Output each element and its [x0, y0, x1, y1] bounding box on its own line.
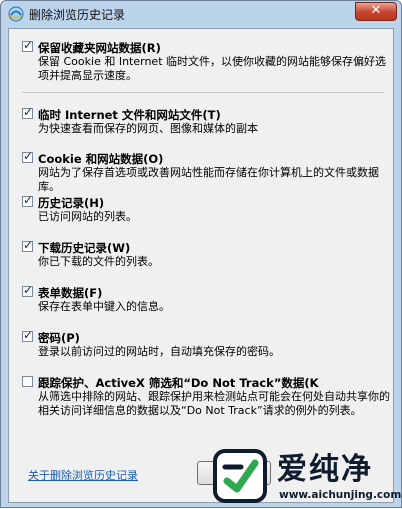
divider [22, 92, 384, 93]
checkbox-passwords[interactable]: ✓ [22, 328, 34, 342]
option-description: 登录以前访问过的网站时，自动填充保存的密码。 [38, 345, 280, 358]
dialog-content: ✓ 保留收藏夹网站数据(R) 保留 Cookie 和 Internet 临时文件… [8, 28, 394, 503]
watermark-brand: 爱纯净 [277, 452, 373, 487]
check-mark-icon: ✓ [23, 328, 34, 342]
option-label: 保留收藏夹网站数据(R) [38, 41, 161, 55]
check-mark-icon: ✓ [23, 193, 34, 207]
watermark-url: www.aichunjing.com [279, 489, 402, 501]
option-label: 历史记录(H) [38, 196, 105, 210]
checkbox-history[interactable]: ✓ [22, 193, 34, 207]
dialog-window: 删除浏览历史记录 ✕ ✓ 保留收藏夹网站数据(R) 保留 Cookie 和 In… [0, 0, 402, 508]
option-description: 你已下载的文件的列表。 [38, 255, 159, 268]
option-description: 保存在表单中键入的信息。 [38, 300, 170, 313]
watermark-logo: 爱纯净 www.aichunjing.com [211, 447, 402, 509]
check-mark-icon: ✓ [23, 283, 34, 297]
option-description: 网站为了保存首选项或改善网站性能而存储在你计算机上的文件或数据库。 [38, 166, 379, 193]
checkbox-form-data[interactable]: ✓ [22, 283, 34, 297]
checkbox-preserve-favorites[interactable]: ✓ [22, 38, 34, 52]
title-bar[interactable]: 删除浏览历史记录 ✕ [1, 1, 401, 27]
option-description: 为快速查看而保存的网页、图像和媒体的副本 [38, 122, 258, 135]
option-label: 跟踪保护、ActiveX 筛选和“Do Not Track”数据(K [38, 376, 319, 390]
option-label: 密码(P) [38, 331, 80, 345]
watermark-logo-icon [213, 449, 267, 503]
checkbox-download-history[interactable]: ✓ [22, 238, 34, 252]
option-description: 保留 Cookie 和 Internet 临时文件，以使你收藏的网站能够保存偏好… [38, 55, 386, 82]
option-label: 临时 Internet 文件和网站文件(T) [38, 108, 221, 122]
check-mark-icon: ✓ [23, 38, 34, 52]
checkbox-temp-files[interactable]: ✓ [22, 105, 34, 119]
check-mark-icon: ✓ [23, 238, 34, 252]
checkbox-tracking-protection[interactable] [22, 376, 33, 387]
about-delete-history-link[interactable]: 关于删除浏览历史记录 [28, 467, 138, 483]
option-label: 表单数据(F) [38, 286, 103, 300]
checkbox-cookies[interactable]: ✓ [22, 149, 34, 163]
option-label: 下载历史记录(W) [38, 241, 131, 255]
option-label: Cookie 和网站数据(O) [38, 152, 164, 166]
option-description: 从筛选中排除的网站、跟踪保护用来检测站点可能会在何处自动共享你的相关访问详细信息… [38, 390, 390, 417]
internet-explorer-icon [8, 6, 24, 22]
option-description: 已访问网站的列表。 [38, 210, 137, 223]
check-mark-icon: ✓ [23, 149, 34, 163]
close-button[interactable]: ✕ [355, 2, 397, 21]
window-title: 删除浏览历史记录 [29, 8, 126, 22]
check-mark-icon: ✓ [23, 105, 34, 119]
